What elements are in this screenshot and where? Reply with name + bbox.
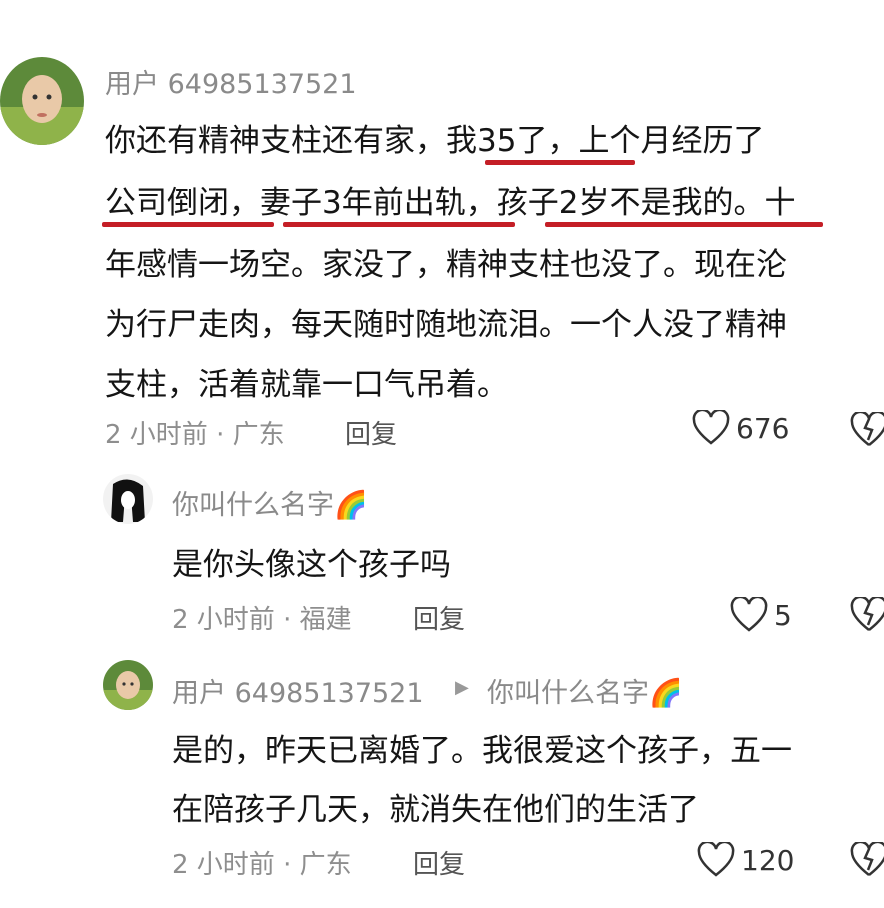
reply-text-line: 是的，昨天已离婚了。我很爱这个孩子，五一 bbox=[172, 733, 792, 769]
comment-text-line: 为行尸走肉，每天随时随地流泪。一个人没了精神 bbox=[105, 307, 787, 343]
like-button[interactable]: 676 bbox=[692, 410, 789, 446]
heart-icon bbox=[692, 410, 730, 446]
reply-username[interactable]: 你叫什么名字🌈 bbox=[172, 483, 368, 522]
play-arrow-icon: ▶ bbox=[455, 677, 469, 698]
heart-icon bbox=[697, 842, 735, 878]
reply-to-username[interactable]: 你叫什么名字🌈 bbox=[487, 671, 683, 710]
highlight-underline bbox=[485, 160, 635, 165]
comment-username[interactable]: 用户 64985137521 bbox=[105, 62, 357, 101]
dislike-heart-icon[interactable] bbox=[850, 412, 884, 448]
comment-timestamp: 2 小时前 · 广东 bbox=[105, 420, 285, 450]
highlight-underline bbox=[283, 222, 515, 227]
dislike-heart-icon[interactable] bbox=[850, 597, 884, 633]
avatar-user-reply1[interactable] bbox=[103, 474, 153, 524]
heart-icon bbox=[730, 597, 768, 633]
comment-text-line: 支柱，活着就靠一口气吊着。 bbox=[105, 367, 508, 403]
reply-timestamp: 2 小时前 · 福建 bbox=[172, 605, 352, 635]
like-count: 120 bbox=[741, 843, 795, 877]
avatar-user-64985137521[interactable] bbox=[0, 57, 84, 145]
dislike-heart-icon[interactable] bbox=[850, 842, 884, 878]
comment-text-line: 公司倒闭，妻子3年前出轨，孩子2岁不是我的。十 bbox=[105, 185, 796, 221]
reply-text: 是你头像这个孩子吗 bbox=[172, 547, 451, 583]
comment-text-line: 年感情一场空。家没了，精神支柱也没了。现在沦 bbox=[105, 247, 787, 283]
reply-text-line: 在陪孩子几天，就消失在他们的生活了 bbox=[172, 792, 699, 828]
like-count: 5 bbox=[774, 598, 792, 632]
highlight-underline bbox=[545, 222, 823, 227]
reply-timestamp: 2 小时前 · 广东 bbox=[172, 850, 352, 880]
reply-button[interactable]: 回复 bbox=[345, 414, 397, 451]
like-button[interactable]: 120 bbox=[697, 842, 794, 878]
reply-username[interactable]: 用户 64985137521 bbox=[172, 671, 424, 710]
reply-button[interactable]: 回复 bbox=[413, 599, 465, 636]
like-count: 676 bbox=[736, 411, 790, 445]
comment-text-line: 你还有精神支柱还有家，我35了，上个月经历了 bbox=[105, 123, 765, 159]
like-button[interactable]: 5 bbox=[730, 597, 792, 633]
reply-button[interactable]: 回复 bbox=[413, 844, 465, 881]
highlight-underline bbox=[102, 222, 274, 227]
avatar-user-64985137521[interactable] bbox=[103, 660, 153, 710]
